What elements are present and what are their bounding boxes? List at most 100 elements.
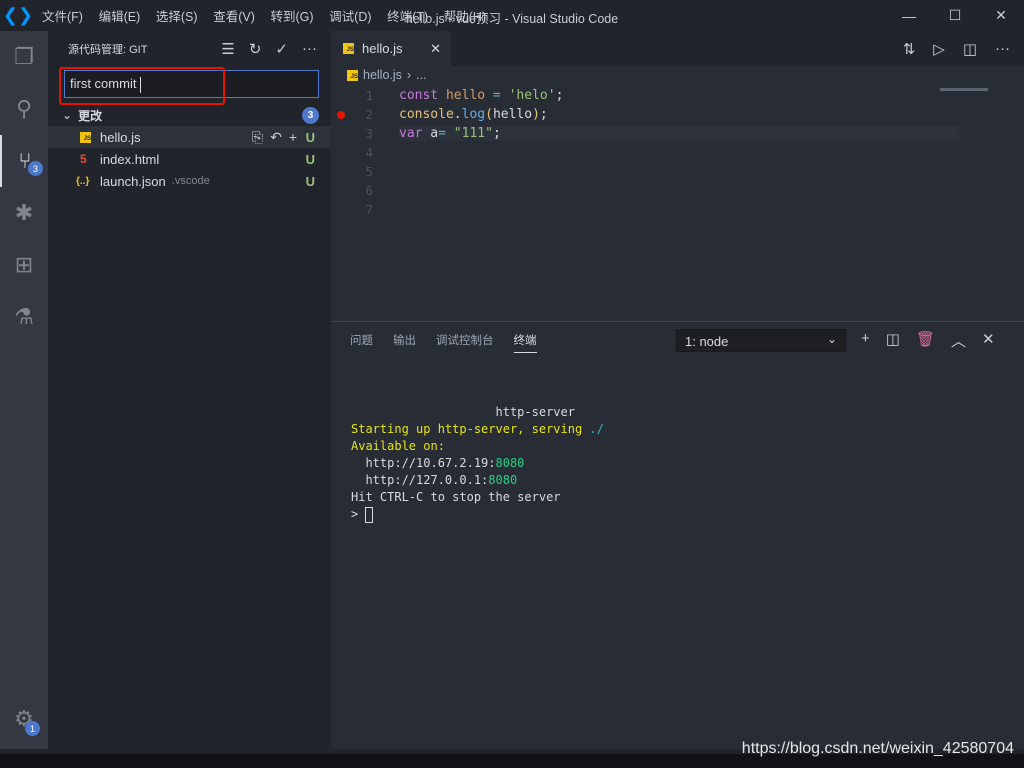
code-text: const hello = 'helo'; <box>399 88 564 103</box>
code-line: 1 const hello = 'helo'; <box>331 86 1024 105</box>
terminal-select[interactable]: 1: node ⌄ <box>676 329 846 352</box>
close-window-button[interactable]: ✕ <box>978 0 1024 31</box>
search-icon[interactable]: ⚲ <box>0 83 48 135</box>
menu-terminal[interactable]: 终端(T) <box>387 10 428 24</box>
menu-edit[interactable]: 编辑(E) <box>99 10 141 24</box>
tab-debug-console[interactable]: 调试控制台 <box>436 332 494 353</box>
chevron-right-icon: › <box>406 68 412 82</box>
code-editor[interactable]: 1 const hello = 'helo'; 2 console.log(hell… <box>331 86 1024 219</box>
code-line: 6 <box>331 181 1024 200</box>
settings-badge: 1 <box>25 721 40 736</box>
terminal-cursor <box>365 506 374 523</box>
tab-output[interactable]: 输出 <box>393 332 416 353</box>
tab-label: hello.js <box>362 41 403 56</box>
code-line: 4 <box>331 143 1024 162</box>
file-status: U <box>305 129 315 145</box>
test-flask-icon[interactable]: ⚗ <box>0 291 48 343</box>
discard-changes-icon[interactable]: ↶ <box>270 129 282 146</box>
view-as-tree-icon[interactable]: ☰ <box>221 40 234 58</box>
vscode-logo-icon: ❮❯ <box>2 5 34 25</box>
more-actions-icon[interactable]: ··· <box>995 40 1010 58</box>
commit-check-icon[interactable]: ✓ <box>275 40 288 58</box>
code-line: 5 <box>331 162 1024 181</box>
code-text: var a= "111"; <box>399 126 959 141</box>
code-text: console.log(hello); <box>399 107 548 122</box>
close-panel-icon[interactable]: ✕ <box>982 330 995 351</box>
trash-icon[interactable]: 🗑 <box>916 330 935 351</box>
open-changes-icon[interactable]: ⇅ <box>903 40 916 58</box>
line-number: 6 <box>365 183 373 198</box>
file-name: hello.js <box>100 129 141 145</box>
breadcrumb-more[interactable]: ... <box>416 68 426 82</box>
line-number: 7 <box>365 202 373 217</box>
js-icon: JS <box>343 43 354 54</box>
js-icon: JS <box>347 69 358 81</box>
tab-hello-js[interactable]: JS hello.js ✕ <box>331 31 451 66</box>
line-number: 3 <box>365 126 373 141</box>
source-control-icon[interactable]: ⑂ 3 <box>0 135 48 187</box>
run-icon[interactable]: ▷ <box>933 40 945 58</box>
code-line: 2 console.log(hello); <box>331 105 1024 124</box>
breadcrumb: JS hello.js › ... <box>347 68 427 82</box>
file-status: U <box>305 151 315 167</box>
code-line: 7 <box>331 200 1024 219</box>
split-editor-icon[interactable]: ◫ <box>963 40 977 58</box>
more-actions-icon[interactable]: ··· <box>302 40 317 58</box>
chevron-down-icon: ⌄ <box>826 332 837 346</box>
menu-help[interactable]: 帮助(H) <box>444 10 486 24</box>
file-name: launch.json <box>100 173 166 189</box>
title-bar: ❮❯ 文件(F) 编辑(E) 选择(S) 查看(V) 转到(G) 调试(D) 终… <box>0 0 1024 31</box>
activity-bar: ❐ ⚲ ⑂ 3 ✱ ⊞ ⚗ ⚙ 1 <box>0 31 48 749</box>
file-directory: .vscode <box>171 175 210 187</box>
group-label: 更改 <box>78 108 103 123</box>
open-file-icon[interactable]: ⎘ <box>252 129 263 146</box>
source-control-sidebar: 源代码管理: GIT ☰ ↻ ✓ ··· first commit ⌄ 更改 3… <box>48 31 331 749</box>
close-tab-icon[interactable]: ✕ <box>430 41 441 57</box>
extensions-icon[interactable]: ⊞ <box>0 239 48 291</box>
editor-tabs: JS hello.js ✕ ⇅ ▷ ◫ ··· <box>331 31 1024 66</box>
explorer-icon[interactable]: ❐ <box>0 31 48 83</box>
breakpoint-icon[interactable] <box>337 110 345 119</box>
breadcrumb-file[interactable]: hello.js <box>363 68 402 82</box>
html5-icon: 5 <box>80 152 87 166</box>
stage-changes-icon[interactable]: + <box>289 129 297 146</box>
commit-message-input[interactable]: first commit <box>59 67 319 105</box>
menu-bar: 文件(F) 编辑(E) 选择(S) 查看(V) 转到(G) 调试(D) 终端(T… <box>36 6 492 25</box>
tab-terminal[interactable]: 终端 <box>513 332 537 353</box>
file-item-hello-js[interactable]: JS hello.js ⎘ ↶ + U <box>48 126 331 148</box>
file-item-index-html[interactable]: 5 index.html U <box>48 148 331 170</box>
file-item-launch-json[interactable]: {..} launch.json .vscode U <box>48 170 331 192</box>
file-name: index.html <box>100 151 160 167</box>
line-number: 5 <box>365 164 373 179</box>
maximize-button[interactable]: ☐ <box>932 0 978 31</box>
code-line: 3 var a= "111"; <box>331 124 1024 143</box>
json-icon: {..} <box>76 175 90 187</box>
bottom-panel: 问题 输出 调试控制台 终端 1: node ⌄ + ◫ 🗑 ︿ ✕ http-s… <box>331 321 1024 749</box>
watermark: https://blog.csdn.net/weixin_42580704 <box>741 740 1014 757</box>
terminal-output[interactable]: http-server Starting up http-server, ser… <box>351 404 604 523</box>
terminal-select-value: 1: node <box>685 334 729 349</box>
debug-icon[interactable]: ✱ <box>0 187 48 239</box>
split-terminal-icon[interactable]: ◫ <box>886 330 900 351</box>
tab-problems[interactable]: 问题 <box>350 332 373 353</box>
menu-go[interactable]: 转到(G) <box>270 10 313 24</box>
js-icon: JS <box>80 131 100 143</box>
scm-badge: 3 <box>28 161 43 176</box>
line-number: 1 <box>365 88 373 103</box>
menu-selection[interactable]: 选择(S) <box>156 10 198 24</box>
settings-gear-icon[interactable]: ⚙ 1 <box>0 693 48 745</box>
changes-count-badge: 3 <box>302 106 319 124</box>
new-terminal-icon[interactable]: + <box>861 330 870 351</box>
minimize-button[interactable]: — <box>886 0 932 31</box>
file-status: U <box>305 173 315 189</box>
chevron-down-icon: ⌄ <box>62 108 73 122</box>
maximize-panel-icon[interactable]: ︿ <box>951 330 966 351</box>
refresh-icon[interactable]: ↻ <box>249 40 262 58</box>
menu-debug[interactable]: 调试(D) <box>329 10 371 24</box>
changes-group[interactable]: ⌄ 更改 3 <box>48 104 331 126</box>
highlight-box <box>59 67 225 105</box>
line-number: 4 <box>365 145 373 160</box>
menu-view[interactable]: 查看(V) <box>213 10 255 24</box>
menu-file[interactable]: 文件(F) <box>42 10 83 24</box>
sidebar-title: 源代码管理: GIT <box>68 43 148 56</box>
